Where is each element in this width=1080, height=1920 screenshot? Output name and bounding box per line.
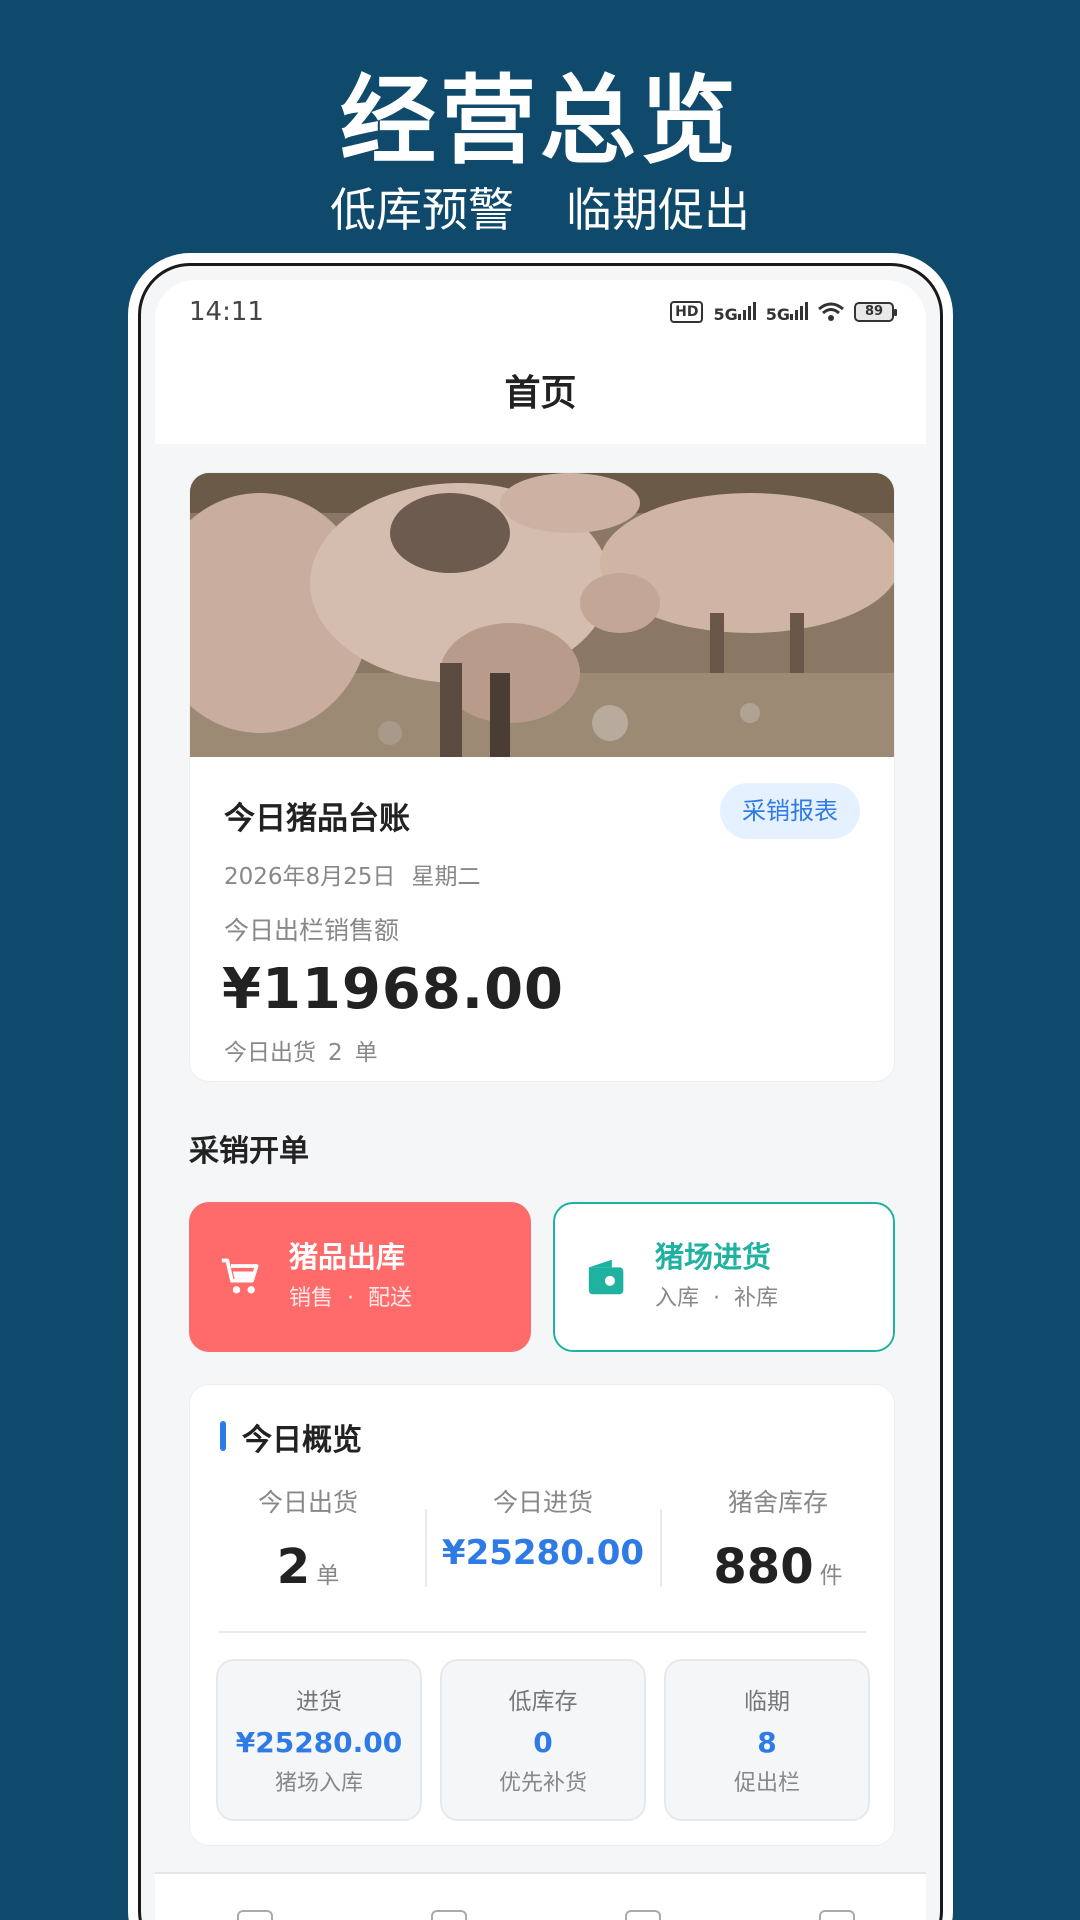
promo-subtitle-right: 临期促出 [566,183,750,237]
stat-shipped: 今日出货 2单 [257,1488,358,1595]
outbound-subtitle: 销售 · 配送 [289,1286,413,1311]
sales-amount: ¥11968.00 [222,957,564,1022]
sales-label: 今日出栏销售额 [224,916,400,945]
shipped-prefix: 今日出货 [224,1040,316,1066]
outbound-title: 猪品出库 [289,1240,406,1274]
tab-home-icon[interactable] [237,1910,273,1920]
signal-5g-icon-2: 5G [766,300,808,324]
promo-subtitle: 低库预警 临期促出 [0,180,1080,240]
tab-icon[interactable] [625,1910,661,1920]
mini-card-low-stock[interactable]: 低库存 0 优先补货 [440,1659,646,1821]
hd-icon: HD [670,301,704,323]
overview-card: 今日概览 今日出货 2单 今日进货 ¥25280.00 猪舍库存 880 件 进货… [189,1384,895,1846]
ledger-date: 2026年8月25日 星期二 [224,857,480,891]
promo-subtitle-left: 低库预警 [330,183,514,237]
promo-title: 经营总览 [340,65,740,177]
status-bar: 14:11 HD 5G 5G 89 [155,280,926,344]
stat-purchased: 今日进货 ¥25280.00 [441,1488,645,1573]
sales-report-button[interactable]: 采销报表 [720,783,860,839]
mini-card-purchase[interactable]: 进货 ¥25280.00 猪场入库 [216,1659,422,1821]
wallet-icon [583,1252,633,1302]
battery-icon: 89 [854,302,897,322]
section-accent-bar [220,1421,226,1451]
pig-farm-image [190,473,894,757]
mini-card-expiring[interactable]: 临期 8 促出栏 [664,1659,870,1821]
phone-frame: 14:11 HD 5G 5G 89 首页 今日猪品台账 采销报表 2026年8月… [138,263,943,1920]
weekday-text: 星期二 [411,864,481,890]
signal-5g-icon: 5G [713,300,756,324]
inbound-subtitle: 入库 · 补库 [655,1286,779,1311]
order-section-title: 采销开单 [189,1134,309,1169]
status-icons: HD 5G 5G 89 [670,300,897,324]
shipped-count: 2 [328,1040,343,1066]
ledger-card: 今日猪品台账 采销报表 2026年8月25日 星期二 今日出栏销售额 ¥11968… [189,472,895,1082]
divider [218,1631,866,1633]
overview-title: 今日概览 [242,1423,362,1458]
outbound-button[interactable]: 猪品出库 销售 · 配送 [189,1202,531,1352]
ledger-title: 今日猪品台账 [224,801,410,837]
inbound-button[interactable]: 猪场进货 入库 · 补库 [553,1202,895,1352]
tab-bar [155,1872,926,1920]
app-screen: 14:11 HD 5G 5G 89 首页 今日猪品台账 采销报表 2026年8月… [155,280,926,1920]
tab-icon[interactable] [819,1910,855,1920]
status-time: 14:11 [189,297,264,327]
tab-icon[interactable] [431,1910,467,1920]
wifi-icon [818,302,844,321]
cart-icon [217,1252,267,1302]
shipped-orders: 今日出货 2 单 [224,1033,378,1067]
stat-inventory: 猪舍库存 880 件 [713,1488,843,1595]
date-text: 2026年8月25日 [224,864,396,890]
shipped-unit: 单 [354,1040,378,1066]
page-title: 首页 [155,344,926,444]
inbound-title: 猪场进货 [655,1240,772,1274]
